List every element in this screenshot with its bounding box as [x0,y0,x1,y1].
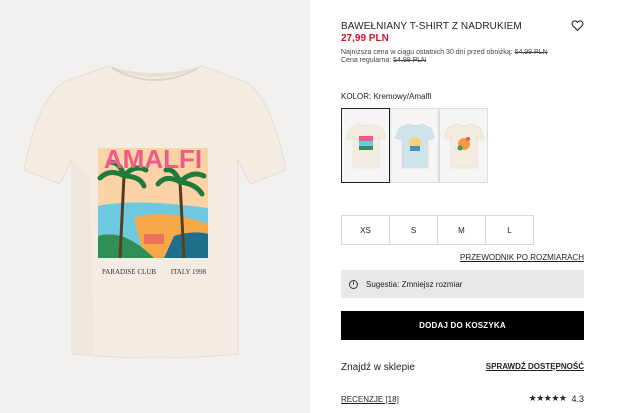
color-label: KOLOR: Kremowy/Amalfi [341,92,431,101]
size-option-xs[interactable]: XS [341,215,390,245]
color-swatch-amalfi[interactable] [341,108,390,183]
size-suggestion-banner: i Sugestia: Zmniejsz rozmiar [341,270,584,298]
rating-value: 4.3 [571,393,584,404]
color-swatch-cream[interactable] [439,108,488,183]
size-guide-link[interactable]: PRZEWODNIK PO ROZMIARACH [460,253,584,262]
add-to-cart-button[interactable]: DODAJ DO KOSZYKA [341,311,584,340]
reviews-link[interactable]: RECENZJE [18] [341,395,399,404]
tshirt-image: AMALFI PARADISE CLUB ITALY 1998 [24,65,286,358]
rating-summary: ★★★★★ 4.3 [529,393,584,404]
color-value: Kremowy/Amalfi [373,92,432,101]
size-selector: XS S M L [341,215,534,245]
regular-price-value: 54,99 PLN [393,57,427,64]
swatch-tshirt-amalfi [345,123,386,168]
size-option-l[interactable]: L [485,215,534,245]
product-price: 27,99 PLN [341,33,389,44]
regular-price-text: Cena regularna: [341,57,392,64]
print-right-text: ITALY 1998 [171,268,207,276]
star-rating-icon: ★★★★★ [528,393,567,403]
lowest-price-text: Najniższa cena w ciągu ostatnich 30 dni … [341,49,513,56]
product-details-panel: BAWEŁNIANY T-SHIRT Z NADRUKIEM 27,99 PLN… [341,0,586,413]
color-swatches [341,108,488,183]
regular-price-info: Cena regularna: 54,99 PLN [341,57,426,64]
swatch-tshirt-cream [443,123,484,168]
print-headline: AMALFI [104,144,202,174]
product-image-area[interactable]: AMALFI PARADISE CLUB ITALY 1998 [0,0,310,413]
check-availability-link[interactable]: SPRAWDŹ DOSTĘPNOŚĆ [486,362,584,371]
color-swatch-light-blue[interactable] [390,108,439,183]
lowest-price-value: 54,99 PLN [514,49,548,56]
print-left-text: PARADISE CLUB [102,268,156,276]
lowest-price-info: Najniższa cena w ciągu ostatnich 30 dni … [341,49,548,56]
find-in-store-label: Znajdź w sklepie [341,362,415,373]
size-suggestion-text: Sugestia: Zmniejsz rozmiar [366,279,463,289]
heart-icon[interactable] [571,19,584,32]
size-option-m[interactable]: M [437,215,486,245]
swatch-tshirt-light-blue [394,123,435,168]
size-option-s[interactable]: S [389,215,438,245]
product-title: BAWEŁNIANY T-SHIRT Z NADRUKIEM [341,21,522,32]
color-label-prefix: KOLOR: [341,92,372,101]
info-icon: i [349,279,358,289]
